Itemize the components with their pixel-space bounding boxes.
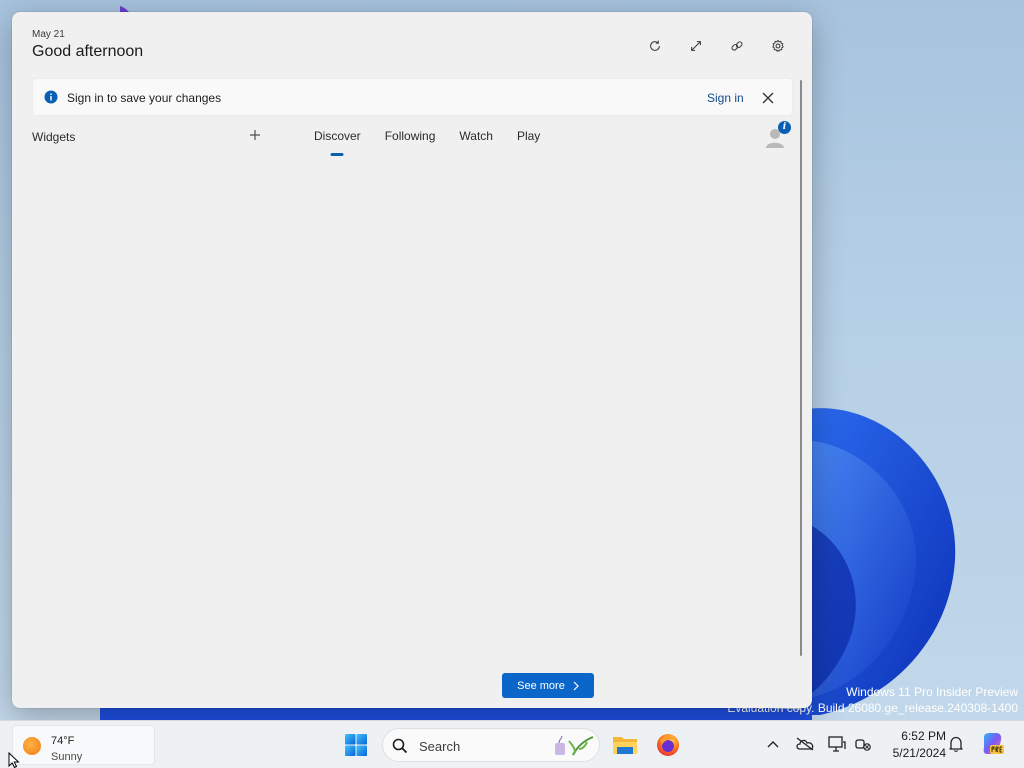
search-icon bbox=[392, 738, 408, 754]
onedrive-button[interactable] bbox=[794, 733, 816, 755]
info-icon bbox=[44, 90, 58, 104]
signin-banner: Sign in to save your changes Sign in bbox=[32, 78, 793, 116]
see-more-label: See more bbox=[517, 679, 565, 692]
link-button[interactable] bbox=[722, 34, 751, 58]
expand-icon bbox=[690, 41, 701, 51]
weather-condition: Sunny bbox=[51, 751, 83, 763]
clock-time: 6:52 PM bbox=[901, 729, 946, 743]
search-highlight-icon bbox=[555, 735, 594, 756]
tab-watch[interactable]: Watch bbox=[447, 122, 505, 150]
search-placeholder: Search bbox=[419, 739, 461, 754]
chevron-right-icon bbox=[573, 681, 579, 690]
weather-widget-button[interactable]: 74°F Sunny bbox=[12, 725, 155, 765]
panel-greeting: Good afternoon bbox=[32, 43, 144, 60]
start-button[interactable] bbox=[340, 729, 372, 761]
onedrive-icon bbox=[796, 737, 814, 751]
tab-following[interactable]: Following bbox=[373, 122, 448, 150]
firefox-button[interactable] bbox=[652, 729, 684, 761]
taskbar: 74°F Sunny Search 6:52 PM 5/21/2024 bbox=[0, 720, 1024, 768]
taskbar-clock[interactable]: 6:52 PM 5/21/2024 bbox=[880, 729, 946, 760]
notifications-button[interactable] bbox=[945, 733, 967, 755]
copilot-button[interactable] bbox=[980, 731, 1006, 757]
feed-tabs: Discover Following Watch Play bbox=[302, 122, 552, 150]
sun-icon bbox=[23, 737, 41, 755]
file-explorer-button[interactable] bbox=[609, 729, 641, 761]
network-button[interactable] bbox=[852, 733, 874, 755]
copilot-icon bbox=[983, 733, 1004, 754]
link-icon bbox=[730, 41, 743, 51]
add-widget-button[interactable] bbox=[246, 125, 264, 145]
tab-play[interactable]: Play bbox=[505, 122, 552, 150]
expand-button[interactable] bbox=[681, 34, 710, 58]
network-icon bbox=[855, 739, 871, 751]
refresh-button[interactable] bbox=[640, 34, 669, 58]
plus-icon bbox=[250, 130, 260, 140]
settings-button[interactable] bbox=[763, 34, 792, 58]
widgets-section-label: Widgets bbox=[32, 130, 76, 144]
panel-header-actions bbox=[640, 34, 792, 58]
taskbar-search-box[interactable]: Search bbox=[382, 728, 600, 762]
feed-scrollbar[interactable] bbox=[800, 80, 802, 656]
weather-temperature: 74°F bbox=[51, 735, 75, 747]
mouse-cursor-icon bbox=[8, 752, 20, 768]
close-icon bbox=[762, 92, 774, 104]
avatar-info-badge: i bbox=[778, 121, 791, 134]
refresh-icon bbox=[649, 40, 660, 51]
start-icon bbox=[345, 734, 367, 756]
bell-icon bbox=[949, 736, 963, 752]
see-more-button[interactable]: See more bbox=[502, 673, 594, 698]
chevron-up-icon bbox=[767, 741, 779, 748]
display-icon bbox=[828, 736, 846, 752]
clock-date: 5/21/2024 bbox=[892, 746, 946, 760]
firefox-icon bbox=[657, 734, 679, 756]
widgets-panel: May 21 Good afternoon Sign in to save yo… bbox=[12, 12, 812, 708]
panel-date: May 21 bbox=[32, 29, 65, 40]
close-banner-button[interactable] bbox=[759, 89, 777, 107]
file-explorer-icon bbox=[613, 737, 637, 754]
signin-message: Sign in to save your changes bbox=[67, 91, 222, 105]
tab-discover[interactable]: Discover bbox=[302, 122, 373, 150]
gear-icon bbox=[771, 39, 784, 52]
show-hidden-icons-button[interactable] bbox=[762, 733, 784, 755]
signin-link[interactable]: Sign in bbox=[707, 91, 744, 105]
display-button[interactable] bbox=[826, 733, 848, 755]
